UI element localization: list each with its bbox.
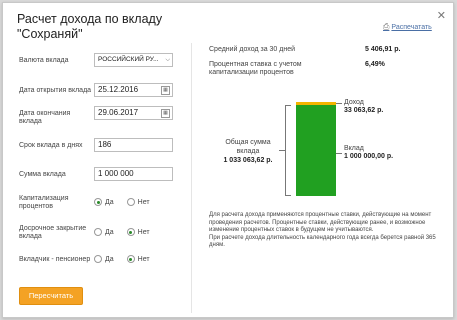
currency-value: РОССИЙСКИЙ РУ... [98,56,159,63]
close-date-input[interactable]: 29.06.2017 ▦ [94,106,173,120]
income-label-block: Доход 33 063,62 р. [344,99,383,115]
total-label-block: Общая сумма вклада 1 033 063,62 р. [215,138,281,165]
deposit-bar [296,105,336,196]
print-label: Распечатать [391,23,432,31]
rate-label: Процентная ставка с учетом капитализации… [209,61,302,76]
currency-label: Валюта вклада [19,57,69,64]
deposit-value: 1 000 000,00 р. [344,153,394,160]
pensioner-options: Да Нет [94,255,150,263]
print-link[interactable]: ⎙ Распечатать [383,22,432,32]
calendar-icon[interactable]: ▦ [161,85,170,95]
rate-value: 6,49% [365,61,385,68]
capitalization-options: Да Нет [94,198,150,206]
open-date-input[interactable]: 25.12.2016 ▦ [94,83,173,97]
deposit-label: Вклад [344,145,364,152]
pensioner-label: Вкладчик - пенсионер [19,256,91,263]
capitalization-yes-radio[interactable]: Да [94,198,114,206]
early-close-yes-radio[interactable]: Да [94,228,114,236]
early-close-options: Да Нет [94,228,150,236]
calendar-icon[interactable]: ▦ [161,108,170,118]
chevron-down-icon: ⌵ [165,57,170,63]
pensioner-yes-radio[interactable]: Да [94,255,114,263]
close-date-value: 29.06.2017 [98,108,139,117]
open-date-label: Дата открытия вклада [19,87,92,94]
total-label: Общая сумма вклада [225,139,271,155]
income-connector [336,103,342,104]
early-close-label: Досрочное закрытие вклада [19,225,87,240]
currency-select[interactable]: РОССИЙСКИЙ РУ... ⌵ [94,53,173,67]
divider [191,43,192,313]
capitalization-label: Капитализация процентов [19,195,69,210]
deposit-calculator-dialog: Расчет дохода по вкладу "Сохраняй" ✕ ⎙ Р… [2,2,454,318]
printer-icon: ⎙ [383,22,390,31]
disclaimer-line-1: Для расчета дохода применяются процентны… [209,212,432,233]
open-date-value: 25.12.2016 [98,85,139,94]
term-label: Срок вклада в днях [19,142,83,149]
amount-input[interactable]: 1 000 000 [94,167,173,181]
early-close-no-radio[interactable]: Нет [126,228,150,236]
disclaimer-line-2: При расчете дохода длительность календар… [209,234,436,249]
avg-income-value: 5 406,91 р. [365,46,401,53]
recalculate-button[interactable]: Пересчитать [19,287,83,305]
total-value: 1 033 063,62 р. [223,157,273,164]
amount-label: Сумма вклада [19,171,66,178]
deposit-label-block: Вклад 1 000 000,00 р. [344,145,393,161]
pensioner-no-radio[interactable]: Нет [126,255,150,263]
income-label: Доход [344,99,364,106]
deposit-connector [336,153,342,154]
total-bracket [285,105,291,196]
term-input[interactable]: 186 [94,138,173,152]
income-value: 33 063,62 р. [344,107,384,114]
close-icon[interactable]: ✕ [437,9,446,22]
disclaimer-note: Для расчета дохода применяются процентны… [209,212,445,250]
close-date-label: Дата окончания вклада [19,110,71,125]
dialog-title: Расчет дохода по вкладу "Сохраняй" [17,12,163,41]
avg-income-label: Средний доход за 30 дней [209,46,296,53]
capitalization-no-radio[interactable]: Нет [126,198,150,206]
